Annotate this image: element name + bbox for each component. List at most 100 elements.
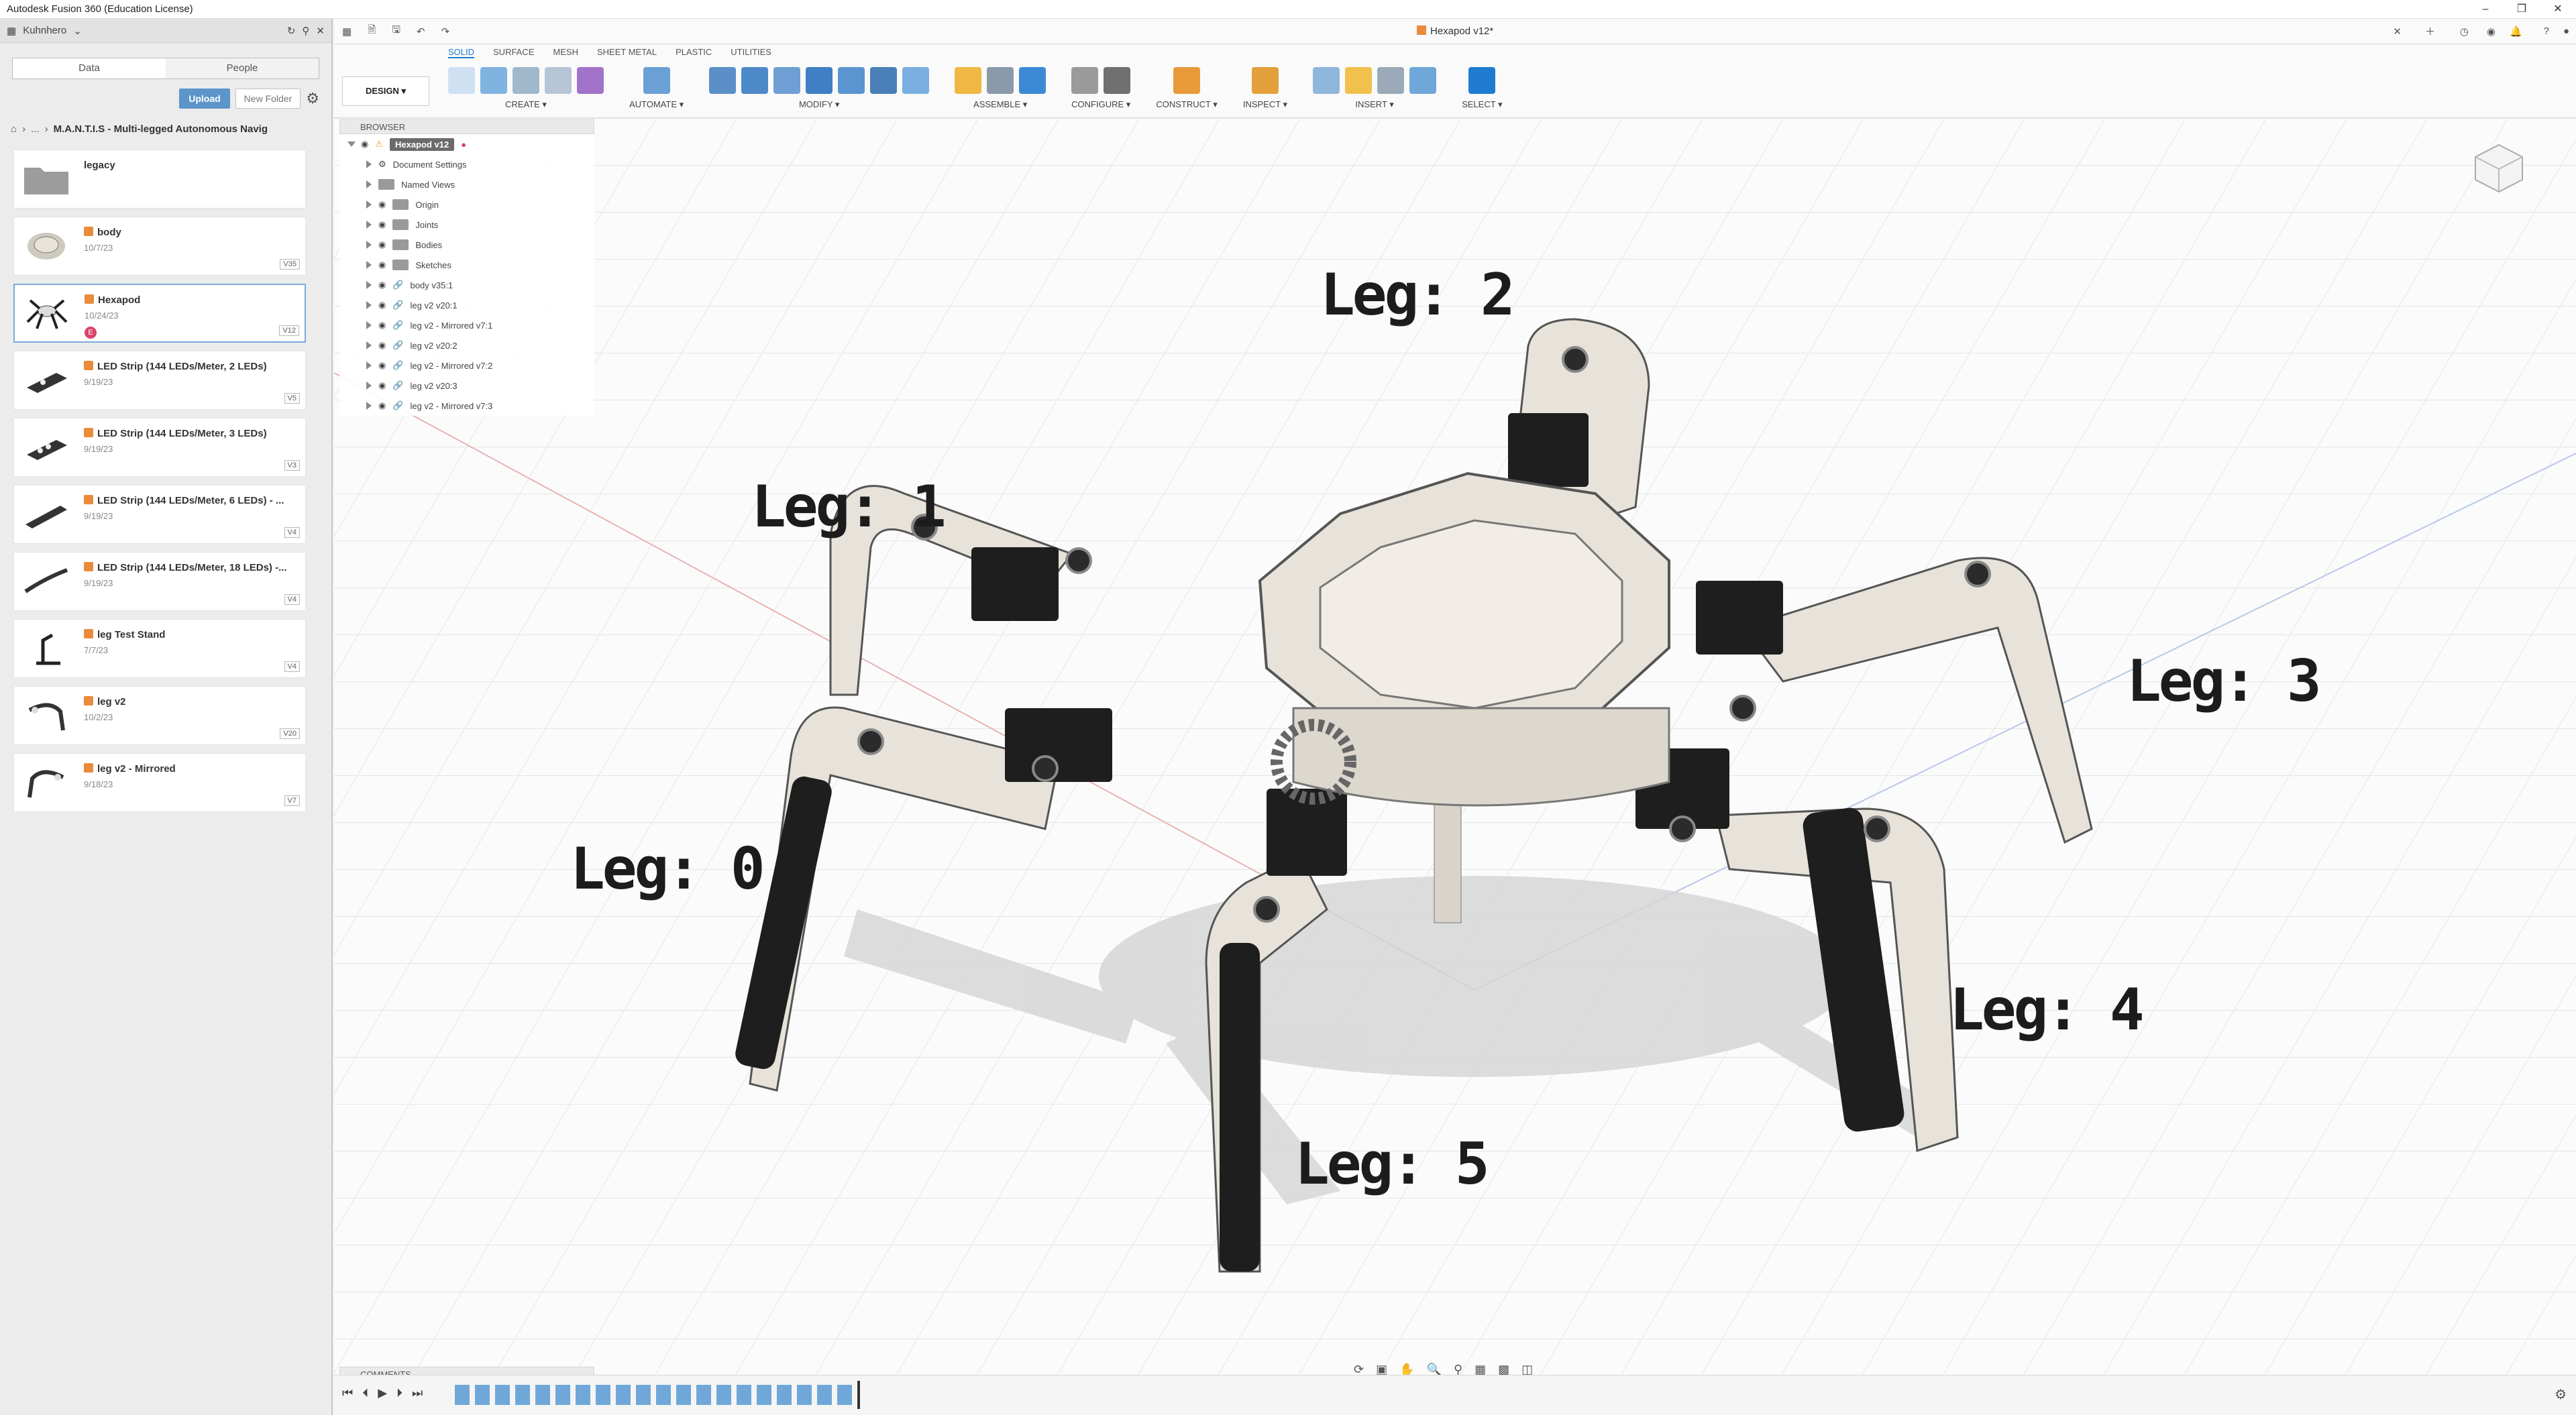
refresh-icon[interactable]: ↻: [287, 25, 296, 37]
clock-icon[interactable]: ◷: [2460, 25, 2469, 38]
eye-icon[interactable]: ◉: [378, 199, 386, 210]
file-card[interactable]: leg Test Stand 7/7/23 V4: [13, 619, 306, 678]
tab-plastic[interactable]: PLASTIC: [676, 47, 712, 58]
select-group[interactable]: SELECT ▾: [1462, 64, 1503, 110]
breadcrumb-ellipsis[interactable]: ...: [31, 123, 40, 135]
notification-icon[interactable]: 🔔: [2510, 25, 2522, 38]
tab-surface[interactable]: SURFACE: [493, 47, 534, 58]
file-card[interactable]: leg v2 - Mirrored 9/18/23 V7: [13, 753, 306, 812]
search-icon[interactable]: ⚲: [302, 25, 309, 37]
gear-icon[interactable]: ⚙: [306, 90, 319, 107]
close-icon[interactable]: ✕: [2540, 0, 2576, 19]
grid-icon[interactable]: ▦: [342, 25, 352, 38]
expand-icon[interactable]: [366, 221, 372, 229]
browser-row[interactable]: ◉ Joints: [339, 215, 594, 235]
file-card[interactable]: LED Strip (144 LEDs/Meter, 18 LEDs) -...…: [13, 552, 306, 611]
version-badge[interactable]: V20: [280, 728, 300, 739]
close-icon[interactable]: ✕: [316, 25, 325, 37]
new-tab-icon[interactable]: ＋: [2425, 24, 2435, 38]
version-badge[interactable]: V7: [284, 795, 300, 806]
browser-row[interactable]: ◉ 🔗 leg v2 - Mirrored v7:1: [339, 315, 594, 335]
eye-icon[interactable]: ◉: [378, 260, 386, 270]
document-tab[interactable]: Hexapod v12*: [1417, 25, 1493, 37]
tab-data[interactable]: Data: [13, 58, 166, 78]
minimize-icon[interactable]: –: [2467, 0, 2504, 19]
tab-utilities[interactable]: UTILITIES: [731, 47, 771, 58]
file-icon[interactable]: 🗎: [368, 23, 376, 40]
expand-icon[interactable]: [366, 301, 372, 309]
browser-row[interactable]: Named Views: [339, 174, 594, 194]
browser-row[interactable]: ◉ 🔗 leg v2 - Mirrored v7:2: [339, 355, 594, 376]
browser-row[interactable]: ◉ Sketches: [339, 255, 594, 275]
browser-row[interactable]: ◉ 🔗 leg v2 - Mirrored v7:3: [339, 396, 594, 416]
browser-row[interactable]: ◉ Origin: [339, 194, 594, 215]
eye-icon[interactable]: ◉: [361, 139, 368, 150]
file-card[interactable]: LED Strip (144 LEDs/Meter, 3 LEDs) 9/19/…: [13, 418, 306, 477]
expand-icon[interactable]: [366, 281, 372, 289]
version-badge[interactable]: V5: [284, 393, 300, 404]
eye-icon[interactable]: ◉: [378, 239, 386, 250]
grid-icon[interactable]: ▦: [7, 25, 16, 37]
avatar[interactable]: ●: [2563, 25, 2569, 37]
expand-icon[interactable]: [366, 241, 372, 249]
tab-sheet-metal[interactable]: SHEET METAL: [597, 47, 657, 58]
folder-card[interactable]: legacy: [13, 150, 306, 209]
browser-row[interactable]: ⚙ Document Settings: [339, 154, 594, 174]
new-folder-button[interactable]: New Folder: [235, 89, 301, 109]
construct-group[interactable]: CONSTRUCT ▾: [1156, 64, 1218, 110]
browser-header[interactable]: BROWSER: [339, 119, 594, 134]
gear-icon[interactable]: ⚙: [2555, 1386, 2567, 1403]
tab-solid[interactable]: SOLID: [448, 47, 475, 58]
browser-root[interactable]: ◉ ⚠ Hexapod v12 ●: [339, 134, 594, 154]
file-card[interactable]: LED Strip (144 LEDs/Meter, 2 LEDs) 9/19/…: [13, 351, 306, 410]
breadcrumb-project[interactable]: M.A.N.T.I.S - Multi-legged Autonomous Na…: [54, 123, 268, 135]
automate-group[interactable]: AUTOMATE ▾: [629, 64, 684, 110]
eye-icon[interactable]: ◉: [378, 360, 386, 371]
version-badge[interactable]: V12: [279, 325, 299, 336]
expand-icon[interactable]: [366, 402, 372, 410]
redo-icon[interactable]: ↷: [441, 25, 450, 38]
save-icon[interactable]: 🖫: [392, 23, 400, 40]
view-cube[interactable]: [2469, 138, 2529, 199]
expand-icon[interactable]: [347, 142, 356, 147]
expand-icon[interactable]: [366, 321, 372, 329]
help-icon[interactable]: ?: [2544, 25, 2549, 37]
version-badge[interactable]: V4: [284, 594, 300, 605]
restore-icon[interactable]: ❐: [2504, 0, 2540, 19]
workspace-switcher[interactable]: DESIGN ▾: [342, 76, 429, 106]
eye-icon[interactable]: ◉: [378, 320, 386, 331]
close-tab-icon[interactable]: ✕: [2393, 25, 2402, 38]
browser-row[interactable]: ◉ 🔗 body v35:1: [339, 275, 594, 295]
assemble-group[interactable]: ASSEMBLE ▾: [955, 64, 1046, 110]
3d-viewport[interactable]: BROWSER ◉ ⚠ Hexapod v12 ● ⚙ Document Sett…: [334, 118, 2576, 1383]
tab-mesh[interactable]: MESH: [553, 47, 578, 58]
expand-icon[interactable]: [366, 361, 372, 370]
browser-row[interactable]: ◉ 🔗 leg v2 v20:1: [339, 295, 594, 315]
eye-icon[interactable]: ◉: [378, 380, 386, 391]
inspect-group[interactable]: INSPECT ▾: [1243, 64, 1287, 110]
play-icon[interactable]: ▶: [378, 1386, 387, 1400]
version-badge[interactable]: V4: [284, 661, 300, 672]
browser-row[interactable]: ◉ Bodies: [339, 235, 594, 255]
configure-group[interactable]: CONFIGURE ▾: [1071, 64, 1130, 110]
expand-icon[interactable]: [366, 382, 372, 390]
timeline-features[interactable]: [455, 1385, 857, 1405]
skip-end-icon[interactable]: ⏭: [412, 1386, 423, 1400]
expand-icon[interactable]: [366, 201, 372, 209]
expand-icon[interactable]: [366, 341, 372, 349]
chevron-down-icon[interactable]: ⌄: [73, 25, 82, 37]
upload-button[interactable]: Upload: [179, 89, 230, 109]
browser-row[interactable]: ◉ 🔗 leg v2 v20:2: [339, 335, 594, 355]
expand-icon[interactable]: [366, 261, 372, 269]
file-card[interactable]: body 10/7/23 V35: [13, 217, 306, 276]
eye-icon[interactable]: ◉: [378, 219, 386, 230]
file-card[interactable]: leg v2 10/2/23 V20: [13, 686, 306, 745]
step-forward-icon[interactable]: ⏵: [396, 1386, 402, 1400]
expand-icon[interactable]: [366, 180, 372, 188]
home-icon[interactable]: ⌂: [11, 123, 17, 135]
eye-icon[interactable]: ◉: [378, 280, 386, 290]
file-card[interactable]: LED Strip (144 LEDs/Meter, 6 LEDs) - ...…: [13, 485, 306, 544]
file-card[interactable]: Hexapod 10/24/23 E V12: [13, 284, 306, 343]
jobs-icon[interactable]: ◉: [2487, 25, 2496, 38]
eye-icon[interactable]: ◉: [378, 300, 386, 310]
